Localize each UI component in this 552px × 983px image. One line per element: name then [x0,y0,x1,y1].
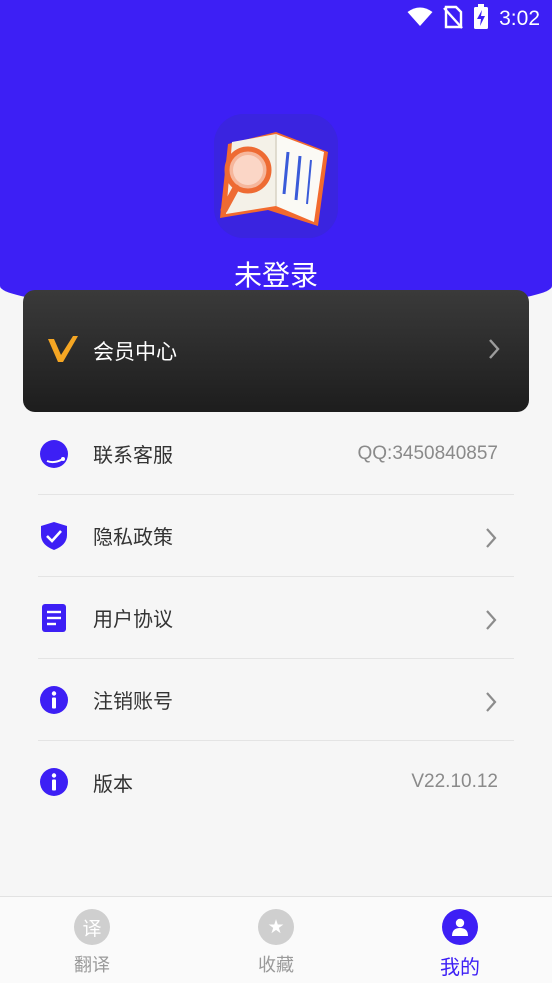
bottom-tab-bar: 译 翻译 ★ 收藏 我的 [0,896,552,983]
menu-item-customer-service[interactable]: 联系客服 QQ:3450840857 [38,413,514,495]
app-logo [214,114,338,238]
version-number: V22.10.12 [411,771,498,792]
tab-mine[interactable]: 我的 [420,909,500,980]
settings-menu: 联系客服 QQ:3450840857 隐私政策 用户协议 注销账号 版本 V22… [38,413,514,823]
user-icon [442,909,478,945]
menu-item-privacy-policy[interactable]: 隐私政策 [38,495,514,577]
vip-v-icon [47,335,79,367]
chevron-right-icon [484,609,498,635]
menu-item-user-agreement[interactable]: 用户协议 [38,577,514,659]
headset-icon [38,438,70,470]
login-status-title[interactable]: 未登录 [0,254,552,294]
info-icon [38,766,70,798]
status-bar: 3:02 [0,0,552,38]
profile-header: 3:02 未登录 [0,0,552,312]
wifi-icon [407,7,433,31]
status-time: 3:02 [499,7,540,30]
tab-label: 收藏 [258,955,294,976]
qq-number: QQ:3450840857 [357,442,498,464]
star-icon: ★ [258,909,294,945]
document-icon [38,602,70,634]
vip-center-card[interactable]: 会员中心 [23,290,529,412]
vip-center-label: 会员中心 [93,340,177,364]
tab-translate[interactable]: 译 翻译 [52,909,132,977]
menu-label: 用户协议 [93,607,173,631]
menu-item-delete-account[interactable]: 注销账号 [38,659,514,741]
menu-label: 注销账号 [93,689,173,713]
menu-item-version[interactable]: 版本 V22.10.12 [38,741,514,823]
translate-icon: 译 [74,909,110,945]
menu-label: 隐私政策 [93,525,173,549]
menu-label: 联系客服 [93,443,173,467]
chevron-right-icon [484,527,498,553]
tab-label: 翻译 [74,955,110,976]
menu-label: 版本 [93,771,133,796]
tab-favorites[interactable]: ★ 收藏 [236,909,316,977]
tab-label: 我的 [440,955,480,979]
chevron-right-icon [484,691,498,717]
info-icon [38,684,70,716]
battery-charging-icon [473,4,489,34]
no-sim-icon [443,5,464,33]
chevron-right-icon [487,338,501,364]
shield-check-icon [38,520,70,552]
